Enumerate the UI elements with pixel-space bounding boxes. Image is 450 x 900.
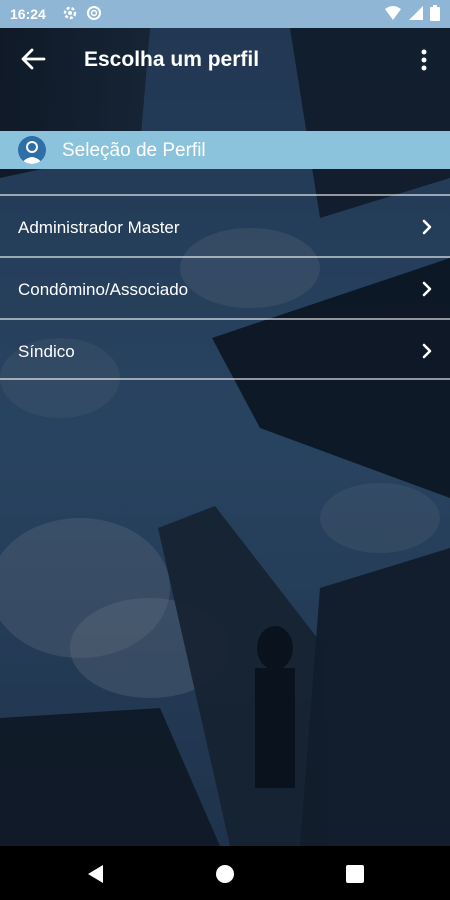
profile-list: Administrador Master Condômino/Associado… bbox=[0, 194, 450, 380]
back-triangle-icon[interactable] bbox=[84, 862, 108, 886]
gear-icon bbox=[63, 6, 77, 20]
user-avatar-icon bbox=[18, 136, 46, 164]
chevron-right-icon bbox=[422, 281, 432, 297]
signal-icon bbox=[409, 6, 423, 20]
home-circle-icon[interactable] bbox=[213, 862, 237, 886]
section-label: Seleção de Perfil bbox=[62, 140, 206, 161]
page-title: Escolha um perfil bbox=[84, 48, 260, 71]
system-navigation-bar bbox=[0, 846, 450, 900]
chevron-right-icon bbox=[422, 219, 432, 235]
battery-icon bbox=[430, 5, 440, 21]
profile-item-label: Síndico bbox=[18, 342, 75, 361]
profile-selection-header: Seleção de Perfil bbox=[0, 131, 450, 169]
recents-square-icon[interactable] bbox=[343, 862, 367, 886]
profile-item-administrador-master[interactable]: Administrador Master bbox=[0, 194, 450, 256]
profile-item-condomino-associado[interactable]: Condômino/Associado bbox=[0, 256, 450, 318]
profile-item-sindico[interactable]: Síndico bbox=[0, 318, 450, 380]
status-bar: 16:24 bbox=[0, 0, 450, 28]
profile-item-label: Administrador Master bbox=[18, 218, 180, 237]
profile-item-label: Condômino/Associado bbox=[18, 280, 189, 299]
sync-icon bbox=[87, 6, 101, 20]
wifi-icon bbox=[385, 6, 401, 20]
status-time: 16:24 bbox=[10, 6, 46, 22]
more-vertical-icon[interactable] bbox=[414, 46, 434, 74]
arrow-left-icon[interactable] bbox=[20, 46, 46, 72]
chevron-right-icon bbox=[422, 343, 432, 359]
app-bar: Escolha um perfil bbox=[0, 28, 450, 92]
